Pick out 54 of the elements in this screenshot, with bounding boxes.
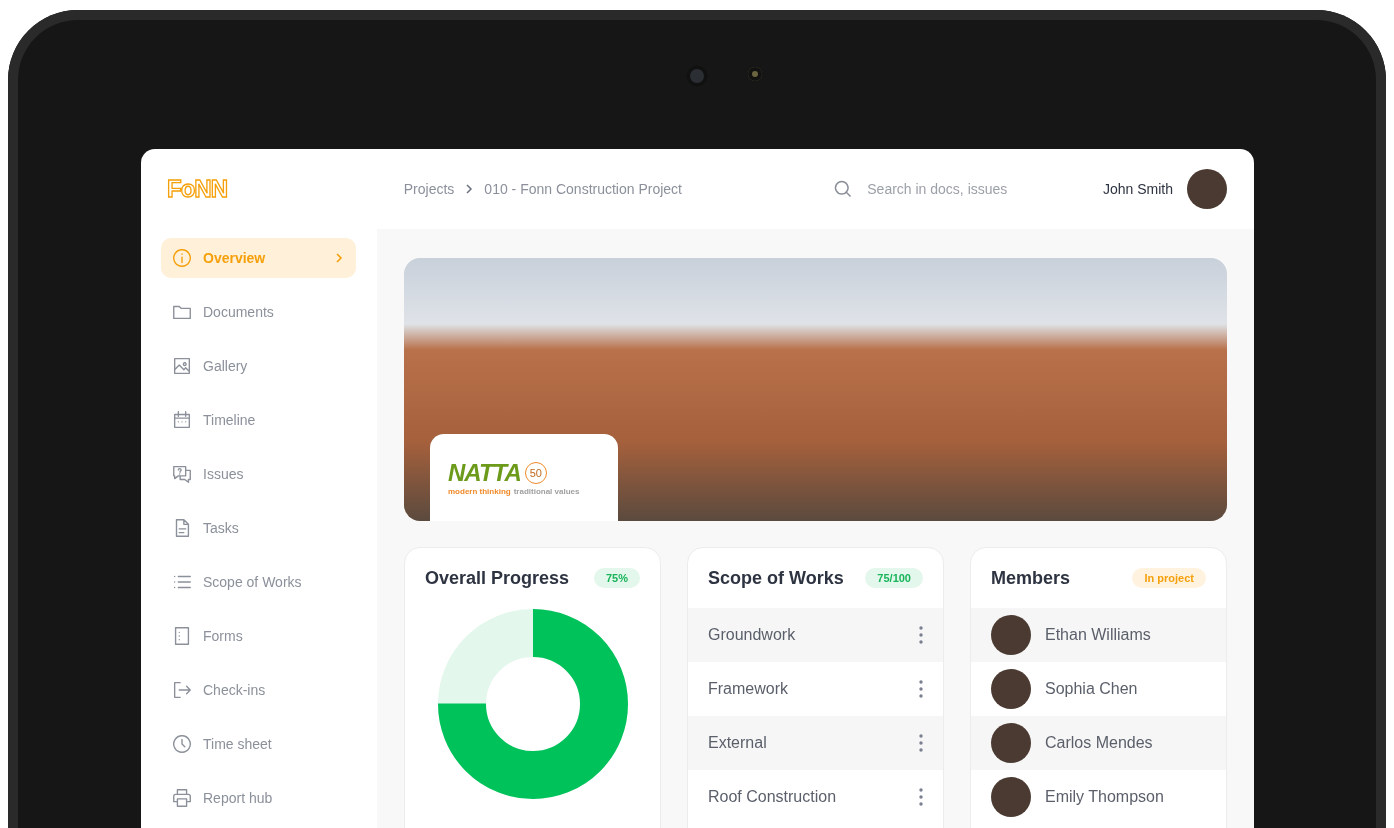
search-icon	[833, 179, 854, 199]
client-logo-name: NATTA	[448, 459, 521, 487]
member-name[interactable]: Carlos Mendes	[1045, 734, 1153, 752]
app-logo[interactable]: FoNN	[167, 175, 227, 202]
sidebar-item[interactable]: Tasks	[161, 508, 356, 548]
user-name: John Smith	[1102, 181, 1173, 197]
member-avatar	[991, 615, 1031, 655]
sidebar-item[interactable]: Overview	[161, 238, 356, 278]
breadcrumb-current: 010 - Fonn Construction Project	[484, 181, 682, 197]
scope-row[interactable]: Framework	[688, 662, 943, 716]
member-avatar	[991, 777, 1031, 817]
chevron-icon	[464, 184, 475, 194]
info-icon	[171, 247, 193, 269]
client-tagline: modern thinking	[448, 487, 511, 496]
camera-icon	[686, 65, 708, 87]
card-title: Scope of Works	[708, 567, 844, 589]
printer-icon	[171, 787, 193, 809]
card-title: Members	[991, 567, 1071, 589]
clock-icon	[171, 733, 193, 755]
sidebar-item[interactable]: Timeline	[161, 400, 356, 440]
more-icon[interactable]	[919, 626, 923, 644]
calendar-icon	[171, 409, 193, 431]
scope-row[interactable]: Roof Construction	[688, 770, 943, 824]
sidebar-item[interactable]: Check-ins	[161, 670, 356, 710]
sidebar-item[interactable]: Documents	[161, 292, 356, 332]
search-field[interactable]: Search in docs, issues	[865, 180, 1090, 198]
member-name[interactable]: Ethan Williams	[1045, 626, 1151, 644]
sidebar-item[interactable]: Forms	[161, 616, 356, 656]
sensor-icon	[748, 67, 762, 81]
member-name[interactable]: Emily Thompson	[1045, 788, 1164, 806]
chevron-icon	[334, 253, 344, 263]
sidebar-item[interactable]: Time sheet	[161, 724, 356, 764]
scope-row[interactable]: Groundwork	[688, 608, 943, 662]
sidebar-item[interactable]: Report hub	[161, 778, 356, 818]
more-icon[interactable]	[919, 680, 923, 698]
count-badge: 75/100	[865, 568, 923, 588]
sidebar-item[interactable]: Gallery	[161, 346, 356, 386]
client-tagline: traditional values	[513, 487, 580, 496]
more-icon[interactable]	[919, 788, 923, 806]
more-icon[interactable]	[919, 734, 923, 752]
sidebar-item[interactable]: Scope of Works	[161, 562, 356, 602]
chat-icon	[171, 463, 193, 485]
exit-icon	[171, 679, 193, 701]
member-avatar	[991, 723, 1031, 763]
scope-row[interactable]: External	[688, 716, 943, 770]
member-name[interactable]: Sophia Chen	[1045, 680, 1138, 698]
user-avatar[interactable]	[1187, 169, 1227, 209]
breadcrumb-link[interactable]: Projects	[403, 181, 455, 197]
image-icon	[171, 355, 193, 377]
sidebar-item[interactable]: Issues	[161, 454, 356, 494]
member-avatar	[991, 669, 1031, 709]
card-title: Overall Progress	[425, 567, 570, 589]
status-badge: In project	[1132, 568, 1206, 588]
progress-badge: 75%	[593, 568, 640, 588]
